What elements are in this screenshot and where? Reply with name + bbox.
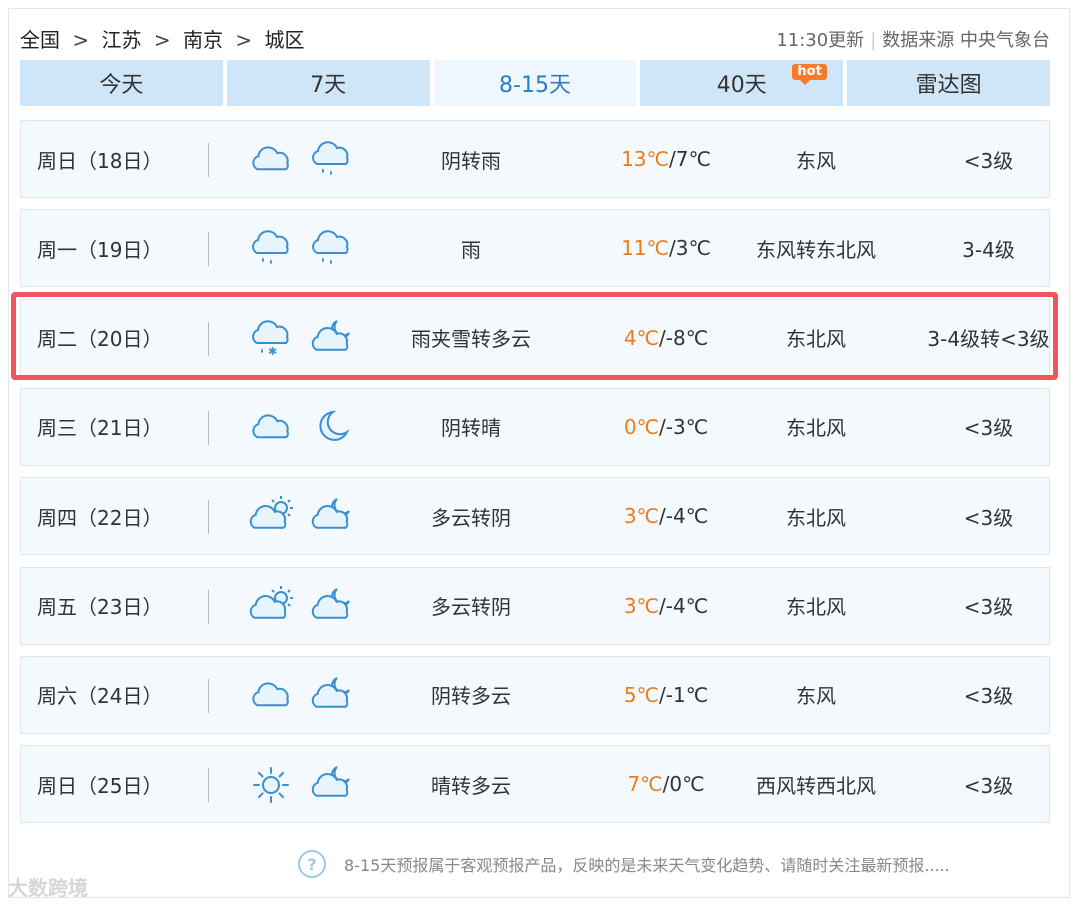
forecast-row[interactable]: 周三（21日） 阴转晴 0℃/-3℃ 东北风 <3级 (20, 387, 1050, 466)
forecast-date: 周四（22日） (37, 505, 163, 530)
row-divider (208, 500, 209, 535)
help-icon[interactable]: ? (298, 850, 326, 878)
forecast-date: 周六（24日） (37, 684, 163, 709)
high-temp: 3℃ (623, 593, 660, 618)
cloudy-icon (252, 414, 289, 439)
tab-today[interactable]: 今天 (20, 60, 223, 106)
tab-label: 雷达图 (915, 73, 982, 98)
forecast-date: 周三（21日） (37, 416, 163, 441)
high-temp: 7℃ (627, 772, 663, 797)
wind-level: <3级 (963, 684, 1014, 709)
data-source: 数据来源 中央气象台 (882, 30, 1050, 51)
wind-level: <3级 (963, 416, 1014, 441)
forecast-row[interactable]: 周六（24日） 阴转多云 5℃/-1℃ 东风 <3级 (20, 655, 1050, 734)
update-time: 11:30更新 (776, 30, 865, 51)
breadcrumb: 全国 > 江苏 > 南京 > 城区 (20, 24, 310, 53)
cloudy-icon (252, 682, 289, 706)
forecast-row[interactable]: 周日（18日） 阴转雨 13℃/7℃ 东风 <3级 (20, 120, 1050, 198)
tab-8-15-days[interactable]: 8-15天 (433, 60, 637, 106)
breadcrumb-district: 城区 (264, 28, 305, 52)
tab-label: 8-15天 (499, 73, 571, 98)
row-divider (208, 232, 209, 267)
tab-label: 40天 (716, 73, 767, 98)
forecast-row[interactable]: 周四（22日） 多云转阴 3℃/-4℃ 东北风 <3级 (20, 477, 1050, 556)
tab-label: 今天 (99, 73, 144, 98)
low-temp: /3℃ (668, 236, 711, 261)
low-temp: /-3℃ (659, 414, 709, 439)
forecast-row[interactable]: 周五（23日） 多云转阴 3℃/-4℃ 东北风 <3级 (20, 566, 1050, 645)
tab-7-days[interactable]: 7天 (226, 60, 430, 106)
wind-level: <3级 (963, 505, 1014, 530)
footer-note: ? 8-15天预报属于客观预报产品，反映的是未来天气变化趋势、请随时关注最新预报… (298, 850, 950, 878)
high-temp: 5℃ (623, 682, 660, 707)
partly-cloudy-day-icon (249, 496, 293, 529)
high-temp: 11℃ (621, 236, 669, 261)
forecast-row[interactable]: 周一（19日） 雨 11℃/3℃ 东风转东北风 3-4级 (20, 209, 1050, 288)
tab-label: 7天 (310, 73, 347, 98)
breadcrumb-separator: > (153, 28, 171, 52)
forecast-tabs: 今天 7天 8-15天 40天 hot 雷达图 (20, 60, 1050, 106)
row-divider (208, 410, 209, 445)
low-temp: /0℃ (662, 772, 705, 797)
wind-direction: 东北风 (786, 416, 846, 441)
breadcrumb-separator: > (72, 28, 90, 52)
breadcrumb-nanjing[interactable]: 南京 (183, 28, 223, 52)
rain-icon (252, 230, 289, 265)
wind-direction: 西风转西北风 (756, 773, 876, 798)
update-info: 11:30更新 | 数据来源 中央气象台 (776, 26, 1050, 52)
forecast-date: 周日（25日） (37, 773, 163, 798)
watermark: 大数跨境 (8, 876, 88, 900)
row-divider (208, 143, 209, 177)
high-temp: 13℃ (621, 147, 669, 171)
wind-direction: 东风转东北风 (756, 237, 876, 262)
wind-level: <3级 (963, 148, 1014, 173)
hot-badge: hot (792, 64, 827, 85)
low-temp: /-1℃ (659, 682, 709, 707)
high-temp: 0℃ (623, 414, 660, 439)
footer-text: 8-15天预报属于客观预报产品，反映的是未来天气变化趋势、请随时关注最新预报..… (344, 856, 950, 875)
wind-direction: 东北风 (786, 505, 846, 530)
partly-cloudy-day-icon (249, 585, 293, 619)
row-divider (208, 678, 209, 713)
forecast-date: 周一（19日） (37, 237, 163, 262)
wind-direction: 东北风 (786, 595, 846, 619)
low-temp: /-4℃ (659, 504, 709, 529)
wind-level: 3-4级 (962, 237, 1015, 262)
forecast-date: 周五（23日） (37, 595, 163, 619)
wind-level: <3级 (963, 773, 1014, 798)
sun-icon (253, 767, 289, 804)
breadcrumb-separator: > (235, 28, 253, 52)
breadcrumb-jiangsu[interactable]: 江苏 (101, 28, 141, 52)
meta-divider: | (870, 30, 877, 51)
cloudy-icon (252, 146, 289, 171)
low-temp: /-4℃ (659, 593, 709, 618)
row-divider (208, 768, 209, 803)
forecast-date: 周日（18日） (37, 148, 163, 173)
header-bar: 全国 > 江苏 > 南京 > 城区 11:30更新 | 数据来源 中央气象台 (20, 24, 1050, 54)
low-temp: /7℃ (668, 147, 711, 171)
forecast-row[interactable]: 周日（25日） 晴转多云 7℃/0℃ 西风转西北风 <3级 (20, 745, 1050, 824)
wind-direction: 东风 (796, 148, 836, 173)
row-divider (208, 589, 209, 624)
tab-40-days[interactable]: 40天 hot (640, 60, 844, 106)
tab-radar[interactable]: 雷达图 (847, 60, 1050, 106)
wind-level: <3级 (963, 595, 1014, 619)
wind-direction: 东风 (796, 684, 836, 709)
breadcrumb-national[interactable]: 全国 (20, 28, 60, 52)
highlight-box (11, 292, 1058, 380)
high-temp: 3℃ (623, 504, 660, 529)
